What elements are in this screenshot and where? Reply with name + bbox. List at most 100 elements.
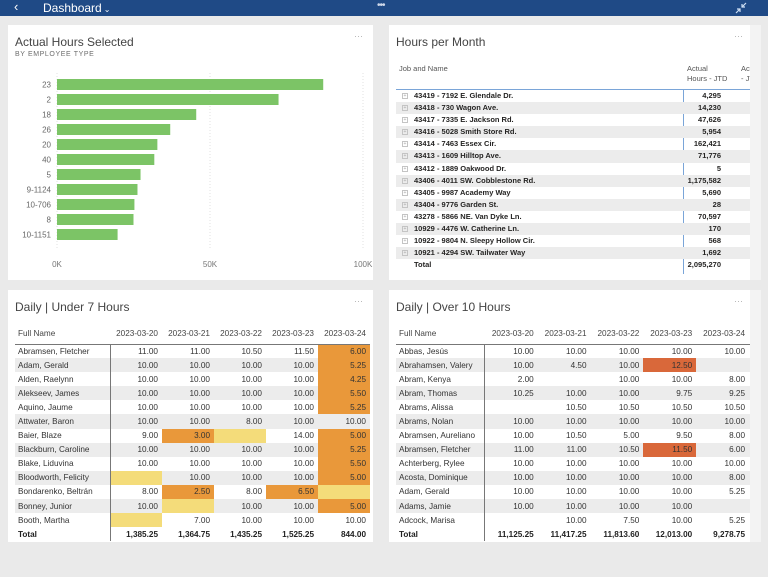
hours-cell: 8.00 [729, 431, 746, 441]
hours-cell: 6.00 [318, 344, 370, 359]
column-header-date[interactable]: 2023-03-24 [696, 324, 750, 345]
job-row[interactable]: +10921 - 4294 SW. Tailwater Way 1,692 [396, 247, 761, 260]
employee-row[interactable]: Bloodworth, Felicity 10.00 10.00 10.00 5.00 [15, 470, 370, 485]
job-name: 43419 - 7192 E. Glendale Dr. [414, 91, 514, 100]
bar[interactable] [57, 169, 141, 180]
panel-more-icon[interactable]: ··· [354, 296, 363, 306]
job-row[interactable]: +43417 - 7335 E. Jackson Rd. 47,626 [396, 114, 761, 126]
expand-icon[interactable]: + [402, 165, 408, 172]
employee-row[interactable]: Bondarenko, Beltrán 8.00 2.50 8.00 6.50 [15, 484, 370, 500]
expand-icon[interactable]: + [402, 105, 408, 112]
expand-icon[interactable]: + [402, 213, 408, 220]
job-row[interactable]: +43419 - 7192 E. Glendale Dr. 4,295 [396, 90, 761, 102]
expand-icon[interactable]: + [402, 93, 408, 99]
expand-icon[interactable]: + [402, 117, 408, 124]
employee-name: Bonney, Junior [15, 499, 111, 514]
column-header-date[interactable]: 2023-03-21 [162, 324, 214, 345]
back-chevron-icon[interactable]: ‹ [14, 0, 18, 14]
employee-row[interactable]: Blake, Liduvina 10.00 10.00 10.00 10.00 5.50 [15, 456, 370, 471]
column-header-date[interactable]: 2023-03-23 [643, 324, 697, 345]
job-row[interactable]: +43412 - 1889 Oakwood Dr. 5 [396, 163, 761, 175]
employee-row[interactable]: Adams, Jamie 10.00 10.00 10.00 10.00 [396, 499, 761, 514]
employee-row[interactable]: Bonney, Junior 10.00 10.00 10.00 5.00 [15, 499, 370, 514]
column-header-date[interactable]: 2023-03-22 [214, 324, 266, 345]
employee-row[interactable]: Adam, Gerald 10.00 10.00 10.00 10.00 5.25 [15, 358, 370, 373]
expand-icon[interactable]: + [402, 153, 408, 160]
employee-row[interactable]: Abbas, Jesús 10.00 10.00 10.00 10.00 10.00 [396, 344, 761, 359]
bar[interactable] [57, 109, 197, 120]
employee-row[interactable]: Baier, Blaze 9.00 3.00 14.00 5.00 [15, 428, 370, 443]
actual-hours-chart-panel[interactable]: Actual Hours Selected BY EMPLOYEE TYPE ·… [8, 25, 373, 280]
hours-cell: 5.00 [318, 428, 370, 443]
daily-under-7-panel[interactable]: Daily | Under 7 Hours ··· Full Name 2023-… [8, 290, 373, 542]
column-header-date[interactable]: 2023-03-24 [318, 324, 370, 345]
bar[interactable] [57, 124, 171, 135]
panel-more-icon[interactable]: ··· [734, 296, 743, 306]
employee-row[interactable]: Abram, Kenya 2.00 10.00 10.00 8.00 [396, 372, 761, 387]
hours-cell: 10.00 [110, 414, 162, 429]
column-header-date[interactable]: 2023-03-20 [484, 324, 538, 345]
scrollbar-track[interactable] [750, 25, 761, 280]
employee-row[interactable]: Abramsen, Aureliano 10.00 10.50 5.00 9.50 8.0… [396, 428, 761, 443]
job-row[interactable]: +43414 - 7463 Essex Cir.162,4211 [396, 138, 761, 150]
hours-per-month-panel[interactable]: Hours per Month ··· Job and Name Actual … [389, 25, 761, 280]
employee-row[interactable]: Alekseev, James 10.00 10.00 10.00 10.00 5.50 [15, 386, 370, 401]
employee-row[interactable]: Alden, Raelynn 10.00 10.00 10.00 10.00 4.25 [15, 372, 370, 387]
bar[interactable] [57, 79, 324, 90]
job-row[interactable]: +43278 - 5866 NE. Van Dyke Ln. 70,597 [396, 211, 761, 223]
employee-row[interactable]: Aquino, Jaume 10.00 10.00 10.00 10.00 5.25 [15, 400, 370, 415]
bar[interactable] [57, 229, 118, 240]
more-options-icon[interactable]: ••• [377, 0, 385, 11]
column-header-date[interactable]: 2023-03-21 [537, 324, 591, 345]
employee-row[interactable]: Abrams, Nolan 10.00 10.00 10.00 10.00 10.00 [396, 414, 761, 429]
employee-row[interactable]: Attwater, Baron 10.00 10.00 8.00 10.00 10.00 [15, 414, 370, 429]
employee-row[interactable]: Blackburn, Caroline 10.00 10.00 10.00 10.00 5… [15, 442, 370, 457]
column-header-actual-hours[interactable]: Actual Hours - JTD [687, 64, 727, 84]
employee-row[interactable]: Adam, Gerald 10.00 10.00 10.00 10.00 5.25 [396, 484, 761, 500]
employee-row[interactable]: Booth, Martha 7.00 10.00 10.00 10.00 [15, 513, 370, 528]
bar[interactable] [57, 94, 279, 105]
expand-icon[interactable]: + [402, 189, 408, 196]
expand-icon[interactable]: + [402, 129, 408, 136]
column-header-date[interactable]: 2023-03-22 [590, 324, 644, 345]
job-row[interactable]: +43406 - 4011 SW. Cobblestone Rd. 1,175,5… [396, 174, 761, 187]
job-row[interactable]: +43405 - 9987 Academy Way 5,690 [396, 187, 761, 199]
dashboard-title-dropdown[interactable]: Dashboard ⌄ [43, 1, 110, 15]
total-cell: 11,417.25 [537, 527, 591, 542]
column-header-date[interactable]: 2023-03-20 [110, 324, 162, 345]
expand-icon[interactable]: + [402, 177, 408, 184]
job-row[interactable]: +43416 - 5028 Smith Store Rd. 5,954 [396, 126, 761, 139]
job-row[interactable]: +43418 - 730 Wagon Ave. 14,230 [396, 102, 761, 115]
employee-row[interactable]: Abram, Thomas 10.25 10.00 10.00 9.75 9.25 [396, 386, 761, 401]
employee-row[interactable]: Acosta, Dominique 10.00 10.00 10.00 10.00 8.0… [396, 470, 761, 485]
bar[interactable] [57, 199, 135, 210]
panel-more-icon[interactable]: ··· [734, 31, 743, 41]
column-header-full-name[interactable]: Full Name [396, 324, 485, 345]
expand-icon[interactable]: + [402, 141, 408, 148]
column-header-job-name[interactable]: Job and Name [399, 64, 448, 73]
expand-icon[interactable]: + [402, 226, 408, 233]
employee-row[interactable]: Abramsen, Fletcher 11.00 11.00 10.50 11.50 6.… [15, 344, 370, 359]
job-row[interactable]: +10922 - 9804 N. Sleepy Hollow Cir. 568 [396, 235, 761, 247]
expand-icon[interactable]: + [402, 201, 408, 208]
daily-over-10-panel[interactable]: Daily | Over 10 Hours ··· Full Name 2023-… [389, 290, 761, 542]
employee-row[interactable]: Achterberg, Rylee 10.00 10.00 10.00 10.00 10.… [396, 456, 761, 471]
hours-cell: 5.25 [729, 515, 746, 525]
scrollbar-track[interactable] [750, 290, 761, 542]
expand-icon[interactable]: + [402, 238, 408, 245]
collapse-arrows-icon[interactable] [735, 2, 747, 14]
employee-row[interactable]: Abrahamsen, Valery 10.00 4.50 10.00 12.50 [396, 358, 761, 373]
column-header-date[interactable]: 2023-03-23 [266, 324, 318, 345]
column-header-full-name[interactable]: Full Name [15, 324, 110, 345]
bar[interactable] [57, 214, 134, 225]
employee-row[interactable]: Adcock, Marisa 10.00 7.50 10.00 5.25 [396, 513, 761, 528]
job-row[interactable]: +10929 - 4476 W. Catherine Ln. 170 [396, 223, 761, 236]
bar[interactable] [57, 154, 155, 165]
bar[interactable] [57, 184, 138, 195]
employee-row[interactable]: Abramsen, Fletcher 11.00 11.00 10.50 11.50 6.… [396, 442, 761, 457]
expand-icon[interactable]: + [402, 250, 408, 257]
job-row[interactable]: +43413 - 1609 Hilltop Ave. 71,776 [396, 150, 761, 163]
bar[interactable] [57, 139, 158, 150]
employee-row[interactable]: Abrams, Alissa 10.50 10.50 10.50 10.50 [396, 400, 761, 415]
job-row[interactable]: +43404 - 9776 Garden St. 28 [396, 198, 761, 211]
